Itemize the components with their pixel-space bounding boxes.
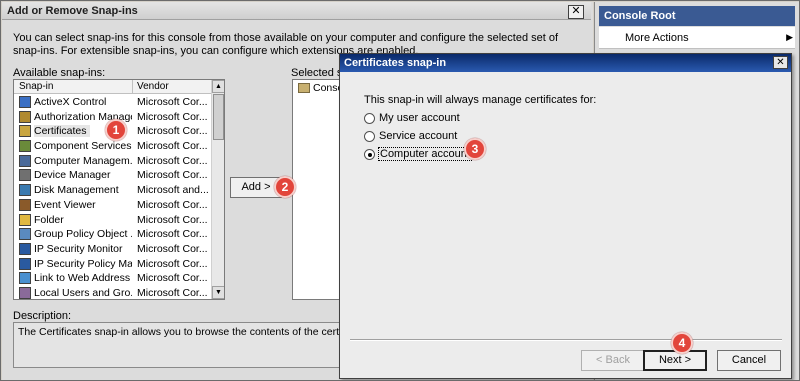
description-label: Description:: [13, 310, 72, 322]
device-manager-icon: [19, 169, 31, 182]
add-remove-title-bar: Add or Remove Snap-ins ✕: [2, 2, 591, 20]
snapin-row[interactable]: Group Policy Object ... Microsoft Cor...: [14, 227, 211, 242]
next-button[interactable]: Next >: [643, 350, 707, 371]
button-separator: [350, 339, 782, 341]
snapin-name: Device Manager: [34, 169, 111, 182]
link-icon: [19, 272, 31, 285]
snapin-row[interactable]: Local Users and Gro... Microsoft Cor...: [14, 286, 211, 299]
ip-security-monitor-icon: [19, 242, 31, 255]
radio-label-user[interactable]: My user account: [379, 112, 460, 124]
local-users-icon: [19, 286, 31, 299]
snapin-row[interactable]: Device Manager Microsoft Cor...: [14, 168, 211, 183]
radio-label-service[interactable]: Service account: [379, 130, 457, 142]
scroll-down-button[interactable]: ▼: [212, 286, 224, 299]
snapin-name: Link to Web Address: [34, 272, 131, 285]
snapin-row[interactable]: Computer Managem... Microsoft Cor...: [14, 154, 211, 169]
snapin-vendor: Microsoft Cor...: [137, 140, 208, 153]
folder-icon: [19, 213, 31, 226]
snapin-vendor: Microsoft Cor...: [137, 125, 208, 138]
snapin-row[interactable]: Link to Web Address Microsoft Cor...: [14, 271, 211, 286]
snapin-vendor: Microsoft Cor...: [137, 228, 208, 241]
snapin-name: Folder: [34, 213, 64, 226]
more-actions-item[interactable]: More Actions ▶: [599, 27, 795, 49]
cancel-button[interactable]: Cancel: [717, 350, 781, 371]
radio-button-icon[interactable]: [364, 113, 375, 124]
scroll-up-button[interactable]: ▲: [212, 80, 224, 93]
submenu-arrow-icon: ▶: [786, 32, 793, 42]
snapin-vendor: Microsoft Cor...: [137, 154, 208, 167]
radio-label-computer[interactable]: Computer account: [378, 147, 472, 161]
add-remove-title: Add or Remove Snap-ins: [7, 5, 138, 17]
back-button[interactable]: < Back: [581, 350, 645, 371]
step-badge-4: 4: [671, 332, 693, 354]
authorization-icon: [19, 110, 31, 123]
snapin-name: Component Services: [34, 140, 132, 153]
column-divider[interactable]: [132, 80, 133, 94]
description-text: The Certificates snap-in allows you to b…: [18, 326, 375, 338]
component-services-icon: [19, 140, 31, 153]
cert-prompt: This snap-in will always manage certific…: [364, 94, 597, 106]
console-root-folder-icon: [298, 83, 310, 93]
snapin-name: Computer Managem...: [34, 154, 132, 167]
radio-button-selected-icon[interactable]: [364, 149, 375, 160]
selected-item[interactable]: Conso: [313, 82, 341, 94]
screenshot-frame: Add or Remove Snap-ins ✕ You can select …: [0, 0, 800, 381]
available-snapins-list[interactable]: Snap-in Vendor ActiveX Control Microsoft …: [13, 79, 225, 300]
scroll-thumb[interactable]: [213, 94, 224, 140]
snapin-row[interactable]: Folder Microsoft Cor...: [14, 213, 211, 228]
snapin-vendor: Microsoft Cor...: [137, 169, 208, 182]
snapin-row[interactable]: IP Security Policy Ma... Microsoft Cor...: [14, 257, 211, 272]
description-box: The Certificates snap-in allows you to b…: [13, 322, 375, 368]
snapin-name: Disk Management: [34, 184, 119, 197]
radio-button-icon[interactable]: [364, 131, 375, 142]
snapin-row[interactable]: IP Security Monitor Microsoft Cor...: [14, 242, 211, 257]
snapin-vendor: Microsoft Cor...: [137, 198, 208, 211]
available-snapins-label: Available snap-ins:: [13, 67, 106, 79]
disk-management-icon: [19, 184, 31, 197]
cert-close-button[interactable]: ✕: [773, 56, 788, 69]
selected-snapins-list[interactable]: Conso: [292, 79, 342, 300]
console-root-header[interactable]: Console Root: [599, 6, 795, 26]
snapin-name: IP Security Policy Ma...: [34, 257, 132, 270]
snapin-name: ActiveX Control: [34, 96, 107, 108]
group-policy-icon: [19, 228, 31, 241]
cert-title-bar: Certificates snap-in ✕: [340, 54, 791, 72]
snapin-name: IP Security Monitor: [34, 242, 123, 255]
activex-icon: [19, 96, 31, 108]
snapin-vendor: Microsoft Cor...: [137, 110, 208, 123]
step-badge-2: 2: [274, 176, 296, 198]
snapin-name: Local Users and Gro...: [34, 286, 132, 299]
snapin-row[interactable]: Disk Management Microsoft and...: [14, 183, 211, 198]
snapin-row[interactable]: Component Services Microsoft Cor...: [14, 139, 211, 154]
snapin-row[interactable]: ActiveX Control Microsoft Cor...: [14, 95, 211, 110]
snapin-vendor: Microsoft and...: [137, 184, 209, 197]
snapin-vendor: Microsoft Cor...: [137, 286, 208, 299]
cert-title: Certificates snap-in: [344, 57, 447, 69]
snapin-name: Group Policy Object ...: [34, 228, 132, 241]
snapin-vendor: Microsoft Cor...: [137, 242, 208, 255]
list-header: Snap-in Vendor: [14, 80, 211, 94]
computer-management-icon: [19, 154, 31, 167]
column-header-snapin[interactable]: Snap-in: [19, 81, 53, 92]
snapin-vendor: Microsoft Cor...: [137, 257, 208, 270]
snapin-name: Certificates: [34, 125, 90, 138]
vertical-scrollbar[interactable]: ▲ ▼: [211, 80, 224, 299]
ip-security-policy-icon: [19, 257, 31, 270]
event-viewer-icon: [19, 198, 31, 211]
snapin-row[interactable]: Event Viewer Microsoft Cor...: [14, 198, 211, 213]
snapin-vendor: Microsoft Cor...: [137, 213, 208, 226]
certificates-snapin-dialog: Certificates snap-in ✕ This snap-in will…: [339, 53, 792, 379]
snapin-vendor: Microsoft Cor...: [137, 96, 208, 108]
step-badge-1: 1: [105, 119, 127, 141]
more-actions-label: More Actions: [625, 32, 689, 44]
column-header-vendor[interactable]: Vendor: [137, 81, 169, 92]
step-badge-3: 3: [464, 138, 486, 160]
snapin-vendor: Microsoft Cor...: [137, 272, 208, 285]
snapin-name: Event Viewer: [34, 198, 96, 211]
certificates-icon: [19, 125, 31, 138]
add-remove-close-button[interactable]: ✕: [568, 5, 584, 19]
